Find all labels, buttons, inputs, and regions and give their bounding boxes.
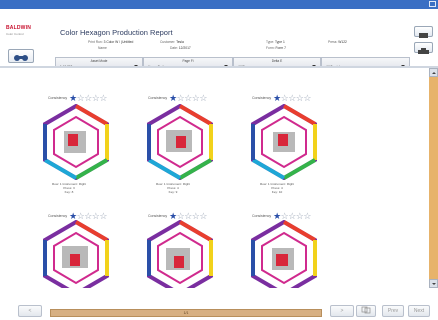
hexagon-annotation: Row: 1 Instrument: Right Press: 3 Key: 8 (52, 182, 87, 194)
type-field: Type: Type 1 (266, 40, 285, 44)
brand-name: BALDWIN (6, 25, 32, 31)
press-field: Press: W122 (328, 40, 347, 44)
report-header: BALDWIN Color Control Color Hexagon Prod… (0, 9, 438, 71)
print-run-field: Print Run: 3 Color W / (Untitled (88, 40, 134, 44)
color-hexagon-chart (147, 220, 213, 288)
export-icon (418, 48, 429, 54)
right-scroll-panel[interactable] (429, 68, 438, 288)
next-button[interactable]: Next (408, 305, 430, 317)
arrow-up-icon (432, 72, 436, 74)
copy-icon (361, 306, 371, 314)
date-field: Date: 12/2017 (170, 46, 191, 50)
hexagon-annotation: Row: 1 Instrument: Right Press: 4 Key: 10 (260, 182, 295, 194)
color-hexagon-chart (147, 104, 213, 180)
hexagon-grid: Consistency ★☆☆☆☆ Consistency ★☆☆☆☆ Consis… (0, 68, 429, 288)
color-hexagon-chart (43, 220, 109, 288)
brand-subtitle: Color Control (6, 32, 24, 36)
window-control-icon[interactable] (429, 1, 436, 7)
binoculars-icon (14, 55, 28, 61)
prev-button[interactable]: Prev (382, 305, 404, 317)
hexagon-annotation: Row: 1 Instrument: Right Press: 4 Key: 9 (156, 182, 191, 194)
page-indicator: 1/1 (50, 309, 322, 317)
window-titlebar (0, 0, 438, 9)
star-rating-icon: ★☆☆☆☆ (69, 93, 107, 103)
star-rating-icon: ★☆☆☆☆ (273, 93, 311, 103)
form-field: Form: Form 7 (266, 46, 286, 50)
consistency-rating: Consistency ★☆☆☆☆ (252, 93, 311, 103)
copy-button[interactable] (356, 305, 376, 317)
scroll-up-button[interactable] (429, 68, 438, 77)
printer-icon (419, 33, 428, 38)
customer-field: Customer: Tesla (160, 40, 184, 44)
binoculars-button[interactable] (8, 49, 34, 63)
prev-page-button[interactable]: < (18, 305, 42, 317)
color-hexagon-chart (251, 220, 317, 288)
print-button[interactable] (414, 26, 433, 38)
color-hexagon-chart (251, 104, 317, 180)
scroll-down-button[interactable] (429, 279, 438, 288)
arrow-down-icon (432, 283, 436, 285)
star-rating-icon: ★☆☆☆☆ (169, 93, 207, 103)
consistency-rating: Consistency ★☆☆☆☆ (148, 93, 207, 103)
consistency-rating: Consistency ★☆☆☆☆ (48, 93, 107, 103)
export-button[interactable] (414, 42, 433, 54)
color-hexagon-chart (43, 104, 109, 180)
name-field: Name (98, 46, 107, 50)
page-title: Color Hexagon Production Report (60, 28, 173, 37)
baldwin-logo: BALDWIN Color Control (6, 25, 36, 41)
next-page-button[interactable]: > (330, 305, 354, 317)
